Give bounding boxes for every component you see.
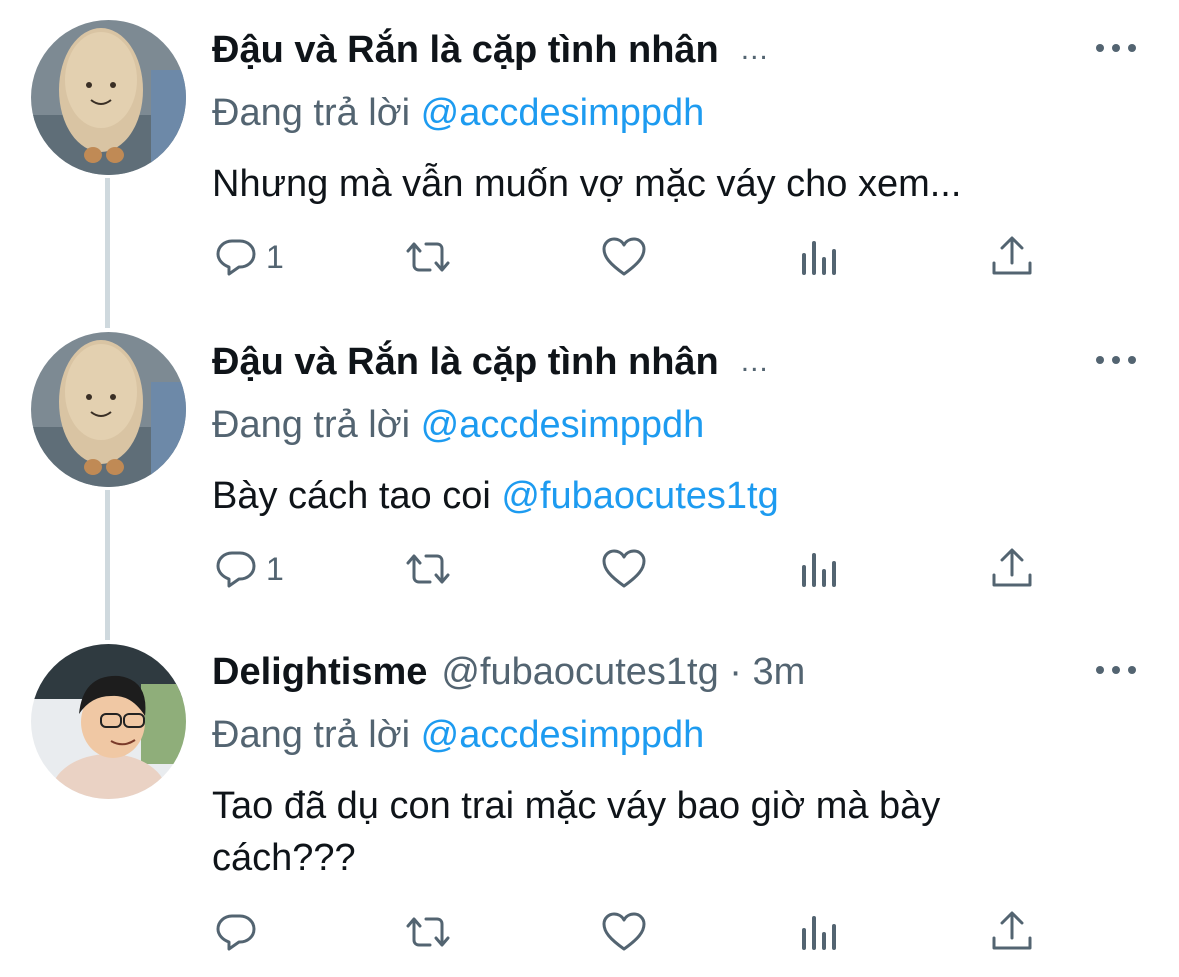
reply-context: Đang trả lời @accdesimppdh [212, 404, 704, 447]
analytics-button[interactable] [796, 544, 844, 594]
tweet-text-line: Tao đã dụ con trai mặc váy bao giờ mà bà… [212, 785, 941, 827]
tweet-mention-link[interactable]: @fubaocutes1tg [501, 475, 778, 517]
tweet-text: Tao đã dụ con trai mặc váy bao giờ mà bà… [212, 780, 1112, 884]
share-button[interactable] [988, 907, 1036, 957]
display-name[interactable]: Delightisme [212, 651, 427, 694]
name-truncation: ... [740, 345, 769, 378]
more-icon[interactable] [1096, 660, 1136, 680]
retweet-button[interactable] [404, 544, 452, 594]
display-name[interactable]: Đậu và Rắn là cặp tình nhân [212, 29, 719, 72]
retweet-button[interactable] [404, 232, 452, 282]
analytics-icon [802, 553, 836, 587]
reply-mention-link[interactable]: @accdesimppdh [421, 404, 705, 446]
tweet-text: Bày cách tao coi @fubaocutes1tg [212, 470, 1112, 522]
like-button[interactable] [600, 907, 648, 957]
reply-icon [216, 239, 256, 276]
tweet-text-line: cách??? [212, 837, 356, 879]
display-name[interactable]: Đậu và Rắn là cặp tình nhân [212, 341, 719, 384]
more-icon[interactable] [1096, 38, 1136, 58]
like-button[interactable] [600, 232, 648, 282]
retweet-icon [406, 554, 450, 584]
analytics-icon [802, 916, 836, 950]
reply-context: Đang trả lời @accdesimppdh [212, 714, 704, 757]
more-icon[interactable] [1096, 350, 1136, 370]
retweet-icon [406, 917, 450, 947]
retweet-icon [406, 242, 450, 272]
analytics-button[interactable] [796, 232, 844, 282]
reply-button[interactable]: 1 [212, 544, 284, 594]
reply-mention-link[interactable]: @accdesimppdh [421, 92, 705, 134]
person-avatar-icon [31, 644, 186, 799]
reply-prefix: Đang trả lời [212, 404, 411, 446]
tweet[interactable]: Đậu và Rắn là cặp tình nhân ... Đang trả… [0, 20, 1179, 320]
share-icon [992, 548, 1032, 587]
like-button[interactable] [600, 544, 648, 594]
tweet-header: Đậu và Rắn là cặp tình nhân ... [212, 332, 769, 392]
handle-and-time[interactable]: @fubaocutes1tg · 3m [441, 651, 805, 694]
like-icon [602, 912, 646, 951]
tweet-header: Delightisme @fubaocutes1tg · 3m [212, 642, 805, 702]
like-icon [602, 549, 646, 588]
share-button[interactable] [988, 544, 1036, 594]
reply-count: 1 [266, 238, 284, 275]
name-truncation: ... [740, 33, 769, 66]
analytics-button[interactable] [796, 907, 844, 957]
user-avatar[interactable] [31, 20, 186, 175]
tweet-header: Đậu và Rắn là cặp tình nhân ... [212, 20, 769, 80]
tweet-text: Nhưng mà vẫn muốn vợ mặc váy cho xem... [212, 163, 962, 205]
reply-icon [216, 551, 256, 588]
user-avatar[interactable] [31, 332, 186, 487]
tweet-text-plain: Bày cách tao coi [212, 475, 491, 517]
like-icon [602, 237, 646, 276]
tweet-actions [212, 907, 1072, 957]
share-icon [992, 911, 1032, 950]
tweet[interactable]: Delightisme @fubaocutes1tg · 3m Đang trả… [0, 642, 1179, 977]
analytics-icon [802, 241, 836, 275]
tweet[interactable]: Đậu và Rắn là cặp tình nhân ... Đang trả… [0, 332, 1179, 632]
reply-mention-link[interactable]: @accdesimppdh [421, 714, 705, 756]
reply-prefix: Đang trả lời [212, 714, 411, 756]
share-button[interactable] [988, 232, 1036, 282]
plush-toy-avatar-icon [31, 332, 186, 487]
tweet-actions: 1 [212, 544, 1072, 594]
retweet-button[interactable] [404, 907, 452, 957]
user-avatar[interactable] [31, 644, 186, 799]
reply-context: Đang trả lời @accdesimppdh [212, 92, 704, 135]
reply-count: 1 [266, 550, 284, 587]
reply-button[interactable] [212, 907, 260, 957]
tweet-actions: 1 [212, 232, 1072, 282]
plush-toy-avatar-icon [31, 20, 186, 175]
share-icon [992, 236, 1032, 275]
reply-button[interactable]: 1 [212, 232, 284, 282]
reply-prefix: Đang trả lời [212, 92, 411, 134]
reply-icon [216, 914, 256, 951]
